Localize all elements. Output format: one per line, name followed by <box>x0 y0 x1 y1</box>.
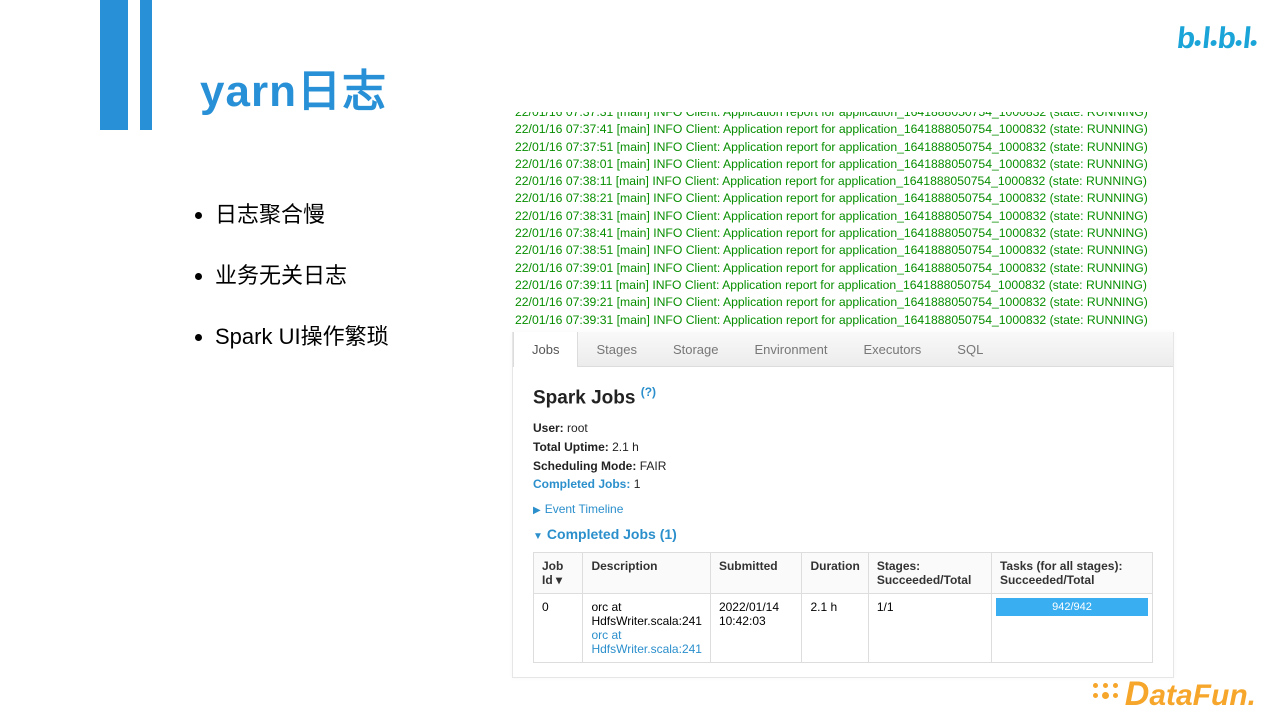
col-header[interactable]: Tasks (for all stages): Succeeded/Total <box>991 552 1152 593</box>
log-line: 22/01/16 07:38:51 [main] INFO Client: Ap… <box>515 242 1155 259</box>
triangle-down-icon: ▼ <box>533 531 543 542</box>
log-line: 22/01/16 07:38:21 [main] INFO Client: Ap… <box>515 190 1155 207</box>
tab-sql[interactable]: SQL <box>939 332 1001 366</box>
log-line: 22/01/16 07:38:41 [main] INFO Client: Ap… <box>515 225 1155 242</box>
slide: yarn日志 日志聚合慢 业务无关日志 Spark UI操作繁琐 22/01/1… <box>0 0 1280 720</box>
bilibili-logo: blbl <box>1175 22 1260 56</box>
datafun-logo: DataFun. <box>1091 675 1256 714</box>
bullet-item: Spark UI操作繁琐 <box>215 319 495 354</box>
task-progress-bar: 942/942 <box>996 598 1148 616</box>
cell-duration: 2.1 h <box>802 593 868 662</box>
log-line: 22/01/16 07:39:01 [main] INFO Client: Ap… <box>515 260 1155 277</box>
table-row: 0 orc at HdfsWriter.scala:241 orc at Hdf… <box>534 593 1153 662</box>
log-line: 22/01/16 07:39:11 [main] INFO Client: Ap… <box>515 277 1155 294</box>
brand-bars <box>100 0 152 130</box>
log-line: 22/01/16 07:38:31 [main] INFO Client: Ap… <box>515 208 1155 225</box>
tab-environment[interactable]: Environment <box>737 332 846 366</box>
accent-bar <box>100 0 128 130</box>
help-icon[interactable]: (?) <box>641 385 656 399</box>
bullet-list: 日志聚合慢 业务无关日志 Spark UI操作繁琐 <box>175 197 495 381</box>
col-header[interactable]: Stages: Succeeded/Total <box>868 552 991 593</box>
log-line: 22/01/16 07:37:41 [main] INFO Client: Ap… <box>515 121 1155 138</box>
log-line: 22/01/16 07:37:51 [main] INFO Client: Ap… <box>515 139 1155 156</box>
spark-ui-panel: JobsStagesStorageEnvironmentExecutorsSQL… <box>512 332 1174 678</box>
cell-description: orc at HdfsWriter.scala:241 orc at HdfsW… <box>583 593 710 662</box>
completed-jobs-toggle[interactable]: ▼Completed Jobs (1) <box>533 526 1153 542</box>
col-header[interactable]: Submitted <box>710 552 802 593</box>
col-header[interactable]: Description <box>583 552 710 593</box>
event-timeline-toggle[interactable]: ▶Event Timeline <box>533 502 1153 516</box>
col-header[interactable]: Duration <box>802 552 868 593</box>
tab-executors[interactable]: Executors <box>845 332 939 366</box>
log-line: 22/01/16 07:38:01 [main] INFO Client: Ap… <box>515 156 1155 173</box>
bullet-item: 日志聚合慢 <box>215 197 495 232</box>
spark-heading: Spark Jobs (?) <box>533 385 1153 409</box>
spark-tabs: JobsStagesStorageEnvironmentExecutorsSQL <box>513 332 1173 367</box>
tab-storage[interactable]: Storage <box>655 332 737 366</box>
cell-job-id: 0 <box>534 593 583 662</box>
yarn-log-output: 22/01/16 07:37:31 [main] INFO Client: Ap… <box>515 112 1155 328</box>
triangle-right-icon: ▶ <box>533 505 541 516</box>
cell-submitted: 2022/01/14 10:42:03 <box>710 593 802 662</box>
bullet-item: 业务无关日志 <box>215 258 495 293</box>
tab-stages[interactable]: Stages <box>578 332 654 366</box>
cell-stages: 1/1 <box>868 593 991 662</box>
log-line: 22/01/16 07:39:21 [main] INFO Client: Ap… <box>515 294 1155 311</box>
log-line: 22/01/16 07:38:11 [main] INFO Client: Ap… <box>515 173 1155 190</box>
col-header[interactable]: Job Id ▾ <box>534 552 583 593</box>
job-link[interactable]: orc at HdfsWriter.scala:241 <box>591 628 702 656</box>
slide-title: yarn日志 <box>200 55 387 119</box>
spark-body: Spark Jobs (?) User: root Total Uptime: … <box>513 367 1173 677</box>
accent-bar-thin <box>140 0 152 130</box>
dots-icon <box>1091 681 1121 707</box>
completed-jobs-table: Job Id ▾DescriptionSubmittedDurationStag… <box>533 552 1153 663</box>
cell-tasks: 942/942 <box>991 593 1152 662</box>
spark-summary: User: root Total Uptime: 2.1 h Schedulin… <box>533 419 1153 493</box>
tab-jobs[interactable]: Jobs <box>513 332 578 367</box>
